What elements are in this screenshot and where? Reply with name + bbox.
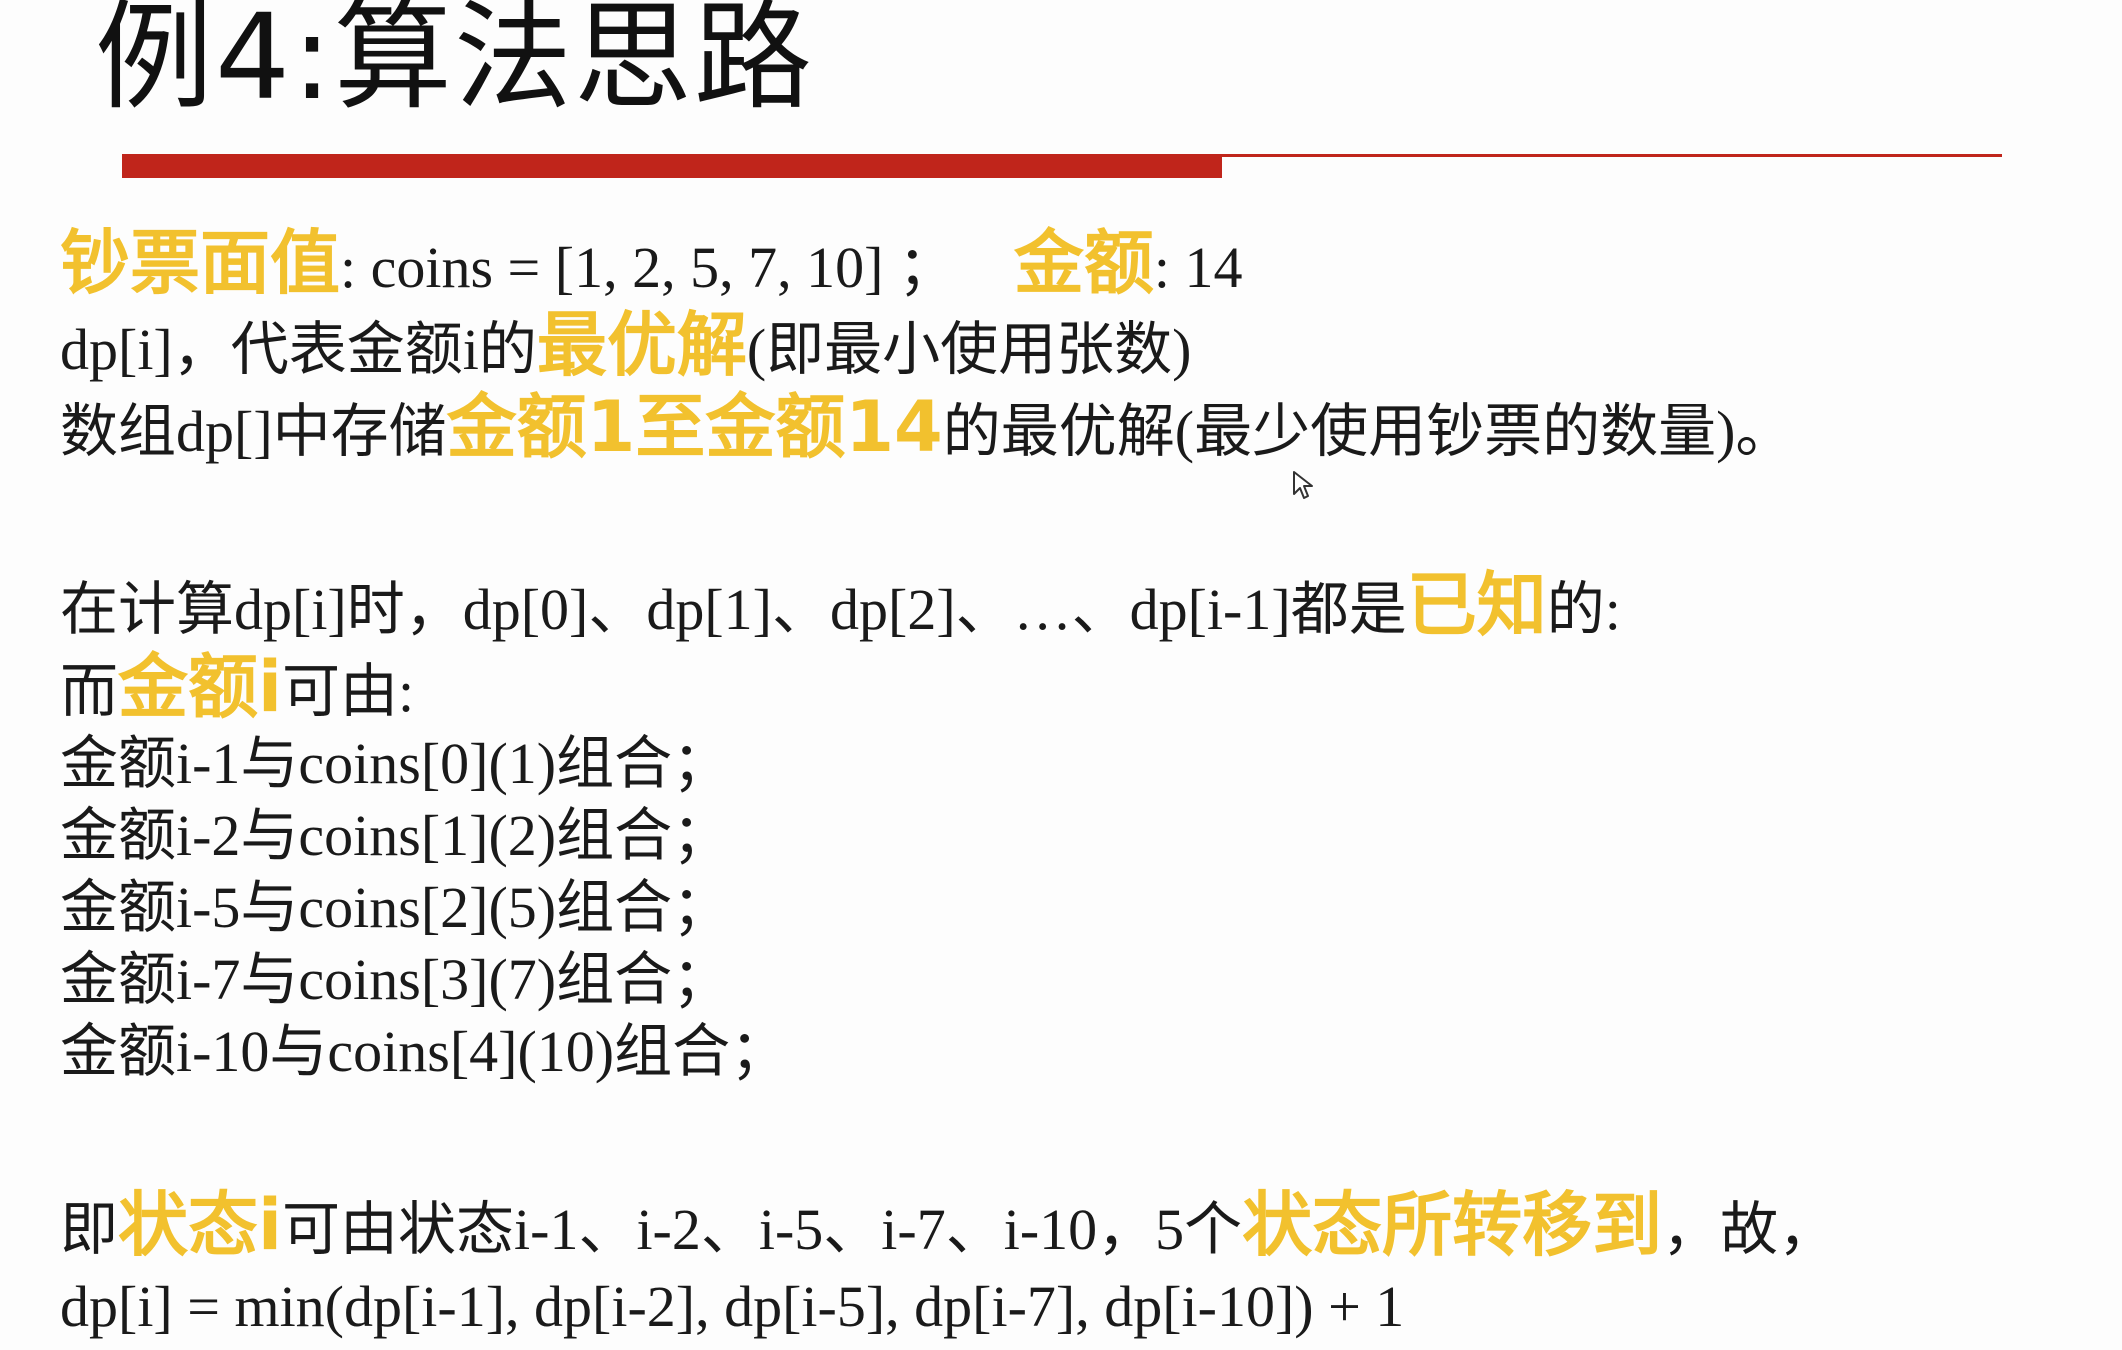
transition-end: ，故，: [1662, 1197, 1837, 1262]
slide: 例4:算法思路 钞票面值: coins = [1, 2, 5, 7, 10] ；…: [0, 0, 2122, 1350]
slide-body: 钞票面值: coins = [1, 2, 5, 7, 10] ； 金额: 14 …: [60, 222, 2060, 1348]
highlight-coin-values: 钞票面值: [60, 222, 340, 304]
dp-definition-text: dp[i]，代表金额i的: [60, 317, 537, 382]
highlight-amount: 金额: [1013, 222, 1154, 304]
combo-line: 金额i-5与coins[2](5)组合；: [60, 875, 731, 940]
combo-line: 金额i-7与coins[3](7)组合；: [60, 947, 731, 1012]
amount-i-line: 而金额i可由:: [60, 646, 2060, 728]
coins-list-text: : coins = [1, 2, 5, 7, 10] ；: [340, 235, 956, 300]
transition-line: 即状态i可由状态i-1、i-2、i-5、i-7、i-10，5个状态所转移到，故，: [60, 1184, 2060, 1266]
amount-i-suffix: 可由:: [282, 659, 415, 724]
known-states-line: 在计算dp[i]时，dp[0]、dp[1]、dp[2]、…、dp[i-1]都是已…: [60, 564, 2060, 646]
title-underline-thin: [1222, 154, 2002, 157]
mouse-pointer-icon: [1293, 471, 1313, 499]
known-states-text: 在计算dp[i]时，dp[0]、dp[1]、dp[2]、…、dp[i-1]都是: [60, 577, 1407, 642]
coins-amount-line: 钞票面值: coins = [1, 2, 5, 7, 10] ； 金额: 14: [60, 222, 2060, 304]
transition-prefix: 即: [60, 1197, 119, 1262]
amount-i-prefix: 而: [60, 659, 119, 724]
formula-line: dp[i] = min(dp[i-1], dp[i-2], dp[i-5], d…: [60, 1274, 1405, 1339]
combo-line: 金额i-1与coins[0](1)组合；: [60, 731, 731, 796]
transition-text: 可由状态i-1、i-2、i-5、i-7、i-10，5个: [282, 1197, 1243, 1262]
dp-definition-line: dp[i]，代表金额i的最优解(即最小使用张数): [60, 304, 2060, 386]
amount-value-text: : 14: [1153, 235, 1243, 300]
combo-line: 金额i-2与coins[1](2)组合；: [60, 803, 731, 868]
highlight-state-transition: 状态所转移到: [1242, 1184, 1663, 1266]
dp-array-line: 数组dp[]中存储金额1至金额14的最优解(最少使用钞票的数量)。: [60, 386, 2060, 468]
title-underline-thick: [122, 154, 1222, 178]
highlight-amount-range: 金额1至金额14: [446, 386, 943, 468]
dp-array-note: 的最优解(最少使用钞票的数量)。: [942, 399, 1794, 464]
dp-array-text: 数组dp[]中存储: [60, 399, 447, 464]
dp-definition-note: (即最小使用张数): [746, 317, 1192, 382]
highlight-optimal-solution: 最优解: [536, 304, 747, 386]
highlight-amount-i: 金额i: [118, 646, 283, 728]
highlight-known: 已知: [1406, 564, 1547, 646]
combo-line: 金额i-10与coins[4](10)组合；: [60, 1019, 789, 1084]
slide-title: 例4:算法思路: [95, 0, 814, 126]
highlight-state-i: 状态i: [118, 1184, 283, 1266]
known-states-end: 的:: [1546, 577, 1621, 642]
